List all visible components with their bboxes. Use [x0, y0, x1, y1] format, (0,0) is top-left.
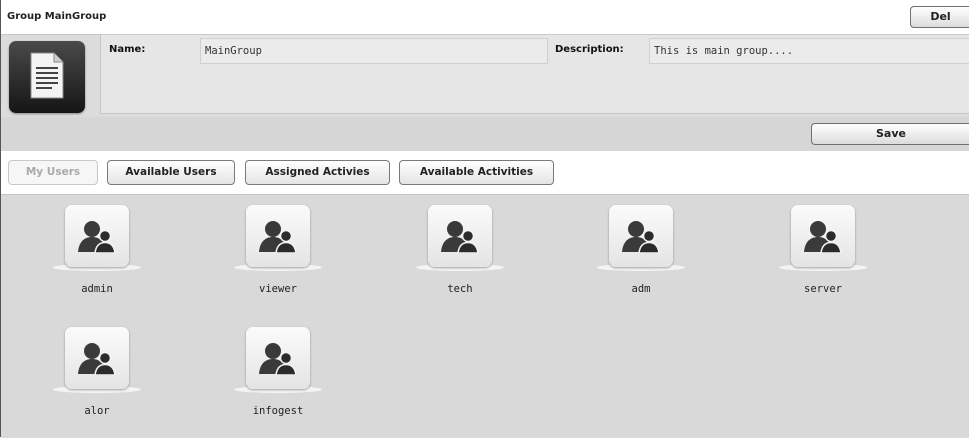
user-icon — [609, 205, 673, 267]
delete-button[interactable]: Del — [910, 6, 969, 28]
user-icon — [246, 205, 310, 267]
user-icon — [65, 327, 129, 389]
user-name: alor — [84, 405, 110, 417]
user-name: tech — [447, 283, 473, 295]
user-name: admin — [81, 283, 113, 295]
user-item[interactable]: viewer — [218, 195, 338, 305]
group-window: Group MainGroup Del Name: MainGroup Desc… — [0, 0, 969, 438]
user-icon — [428, 205, 492, 267]
description-label: Description: — [555, 44, 624, 55]
name-field[interactable]: MainGroup — [200, 38, 548, 64]
description-field[interactable]: This is main group.... — [649, 38, 969, 64]
users-grid: admin viewer tech adm server alor infoge… — [1, 194, 969, 438]
document-icon — [9, 41, 85, 113]
group-header: Group MainGroup Del — [1, 0, 969, 35]
user-item[interactable]: tech — [400, 195, 520, 305]
user-icon — [791, 205, 855, 267]
user-icon — [246, 327, 310, 389]
group-info-panel: Name: MainGroup Description: This is mai… — [1, 35, 969, 118]
user-name: adm — [631, 283, 651, 295]
user-icon — [65, 205, 129, 267]
user-item[interactable]: alor — [37, 317, 157, 427]
user-name: infogest — [252, 405, 304, 417]
group-fields: Name: MainGroup Description: This is mai… — [100, 35, 969, 114]
user-name: server — [804, 283, 842, 295]
user-item[interactable]: admin — [37, 195, 157, 305]
save-bar: Save — [1, 117, 969, 151]
tab-available-activities[interactable]: Available Activities — [399, 160, 554, 185]
name-label: Name: — [109, 44, 146, 55]
save-button[interactable]: Save — [811, 123, 969, 145]
tab-assigned-activies[interactable]: Assigned Activies — [245, 160, 390, 185]
tab-my-users[interactable]: My Users — [8, 160, 98, 185]
tab-available-users[interactable]: Available Users — [107, 160, 235, 185]
tab-bar: My Users Available Users Assigned Activi… — [1, 151, 969, 194]
page-title: Group MainGroup — [7, 11, 107, 22]
user-item[interactable]: infogest — [218, 317, 338, 427]
user-item[interactable]: adm — [581, 195, 701, 305]
user-name: viewer — [259, 283, 297, 295]
user-item[interactable]: server — [763, 195, 883, 305]
